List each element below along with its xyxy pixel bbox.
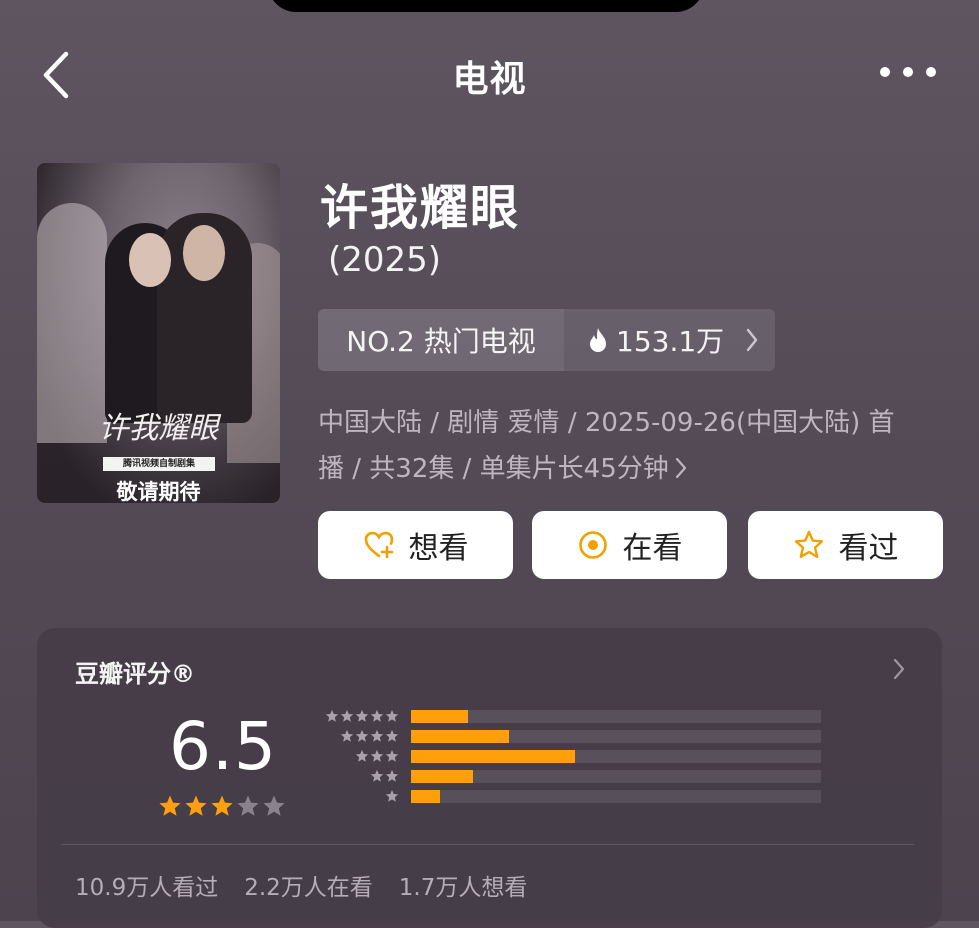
star-small-icon (385, 709, 399, 722)
star-small-icon (355, 749, 369, 762)
page-title: 电视 (452, 59, 527, 100)
watched-button[interactable]: 看过 (748, 511, 943, 579)
more-dot-icon (926, 67, 936, 77)
star-small-icon (370, 749, 384, 762)
want-label: 想看 (408, 531, 469, 566)
distribution-row-4 (307, 728, 821, 744)
star-small-icon (340, 729, 354, 742)
rank-label: NO.2 热门电视 (318, 309, 564, 371)
distribution-track (411, 750, 821, 763)
distribution-stars (307, 729, 399, 743)
rating-stars (158, 794, 286, 818)
heart-plus-icon (364, 531, 393, 559)
chevron-right-icon (675, 457, 686, 479)
star-empty-icon (237, 795, 259, 816)
distribution-stars (307, 749, 399, 763)
distribution-track (411, 710, 821, 723)
poster-badge: 腾讯视频自制剧集 (103, 457, 215, 471)
show-meta[interactable]: 中国大陆 / 剧情 爱情 / 2025-09-26(中国大陆) 首 播 / 共3… (318, 400, 918, 492)
meta-line-2: 播 / 共32集 / 单集片长45分钟 (318, 446, 918, 492)
star-small-icon (355, 729, 369, 742)
star-small-icon (385, 789, 399, 802)
star-small-icon (370, 729, 384, 742)
more-dot-icon (903, 67, 913, 77)
watching-label: 在看 (622, 531, 683, 566)
star-filled-icon (159, 795, 181, 816)
heat-section[interactable]: 153.1万 (564, 309, 775, 371)
want-count[interactable]: 1.7万人想看 (399, 868, 528, 902)
distribution-track (411, 730, 821, 743)
star-filled-icon (211, 795, 233, 816)
star-small-icon (385, 729, 399, 742)
distribution-stars (307, 709, 399, 723)
distribution-bar (411, 790, 440, 803)
chevron-right-icon (746, 328, 758, 352)
more-dot-icon (880, 67, 890, 77)
distribution-bar (411, 730, 509, 743)
want-button[interactable]: 想看 (318, 511, 513, 579)
distribution-row-1 (307, 788, 821, 804)
chevron-right-icon (893, 658, 905, 680)
poster-face (129, 233, 171, 287)
star-small-icon (385, 769, 399, 782)
watched-count[interactable]: 10.9万人看过 (75, 868, 218, 902)
target-icon (578, 531, 607, 559)
meta-line: 中国大陆 / 剧情 爱情 / 2025-09-26(中国大陆) 首 (318, 408, 895, 438)
distribution-row-2 (307, 768, 821, 784)
star-outline-icon (794, 530, 823, 558)
distribution-stars (307, 769, 399, 783)
star-small-icon (385, 749, 399, 762)
divider (61, 844, 914, 845)
distribution-bar (411, 710, 468, 723)
distribution-stars (307, 789, 399, 803)
poster-footer: 敬请期待 (116, 480, 201, 503)
poster-title-art: 许我耀眼 (98, 411, 219, 446)
star-filled-icon (185, 795, 207, 816)
fire-icon (590, 328, 606, 352)
star-small-icon (370, 769, 384, 782)
star-small-icon (370, 709, 384, 722)
star-small-icon (340, 709, 354, 722)
rating-card[interactable]: 豆瓣评分® 6.5 10.9万人看过 2.2万人在看 1.7万人想看 (37, 628, 942, 928)
distribution-row-5 (307, 708, 821, 724)
device-notch (268, 0, 704, 12)
poster-face (183, 225, 225, 281)
distribution-bar (411, 770, 473, 783)
distribution-track (411, 790, 821, 803)
show-title: 许我耀眼 (320, 180, 521, 236)
heat-value: 153.1万 (616, 325, 725, 358)
star-empty-icon (263, 795, 285, 816)
distribution-track (411, 770, 821, 783)
watching-button[interactable]: 在看 (532, 511, 727, 579)
more-button[interactable] (880, 62, 936, 82)
show-year: (2025) (328, 240, 442, 280)
watching-count[interactable]: 2.2万人在看 (244, 868, 373, 902)
rank-badge[interactable]: NO.2 热门电视 153.1万 (318, 309, 775, 371)
star-small-icon (355, 709, 369, 722)
distribution-row-3 (307, 748, 821, 764)
poster-image[interactable]: 许我耀眼 腾讯视频自制剧集 敬请期待 (37, 163, 280, 503)
rating-counts: 10.9万人看过 2.2万人在看 1.7万人想看 (75, 868, 527, 902)
rating-title: 豆瓣评分® (75, 660, 195, 688)
rating-score: 6.5 (169, 708, 277, 785)
meta-line: 播 / 共32集 / 单集片长45分钟 (318, 454, 669, 484)
watched-label: 看过 (838, 531, 899, 566)
distribution-bar (411, 750, 575, 763)
star-small-icon (325, 709, 339, 722)
